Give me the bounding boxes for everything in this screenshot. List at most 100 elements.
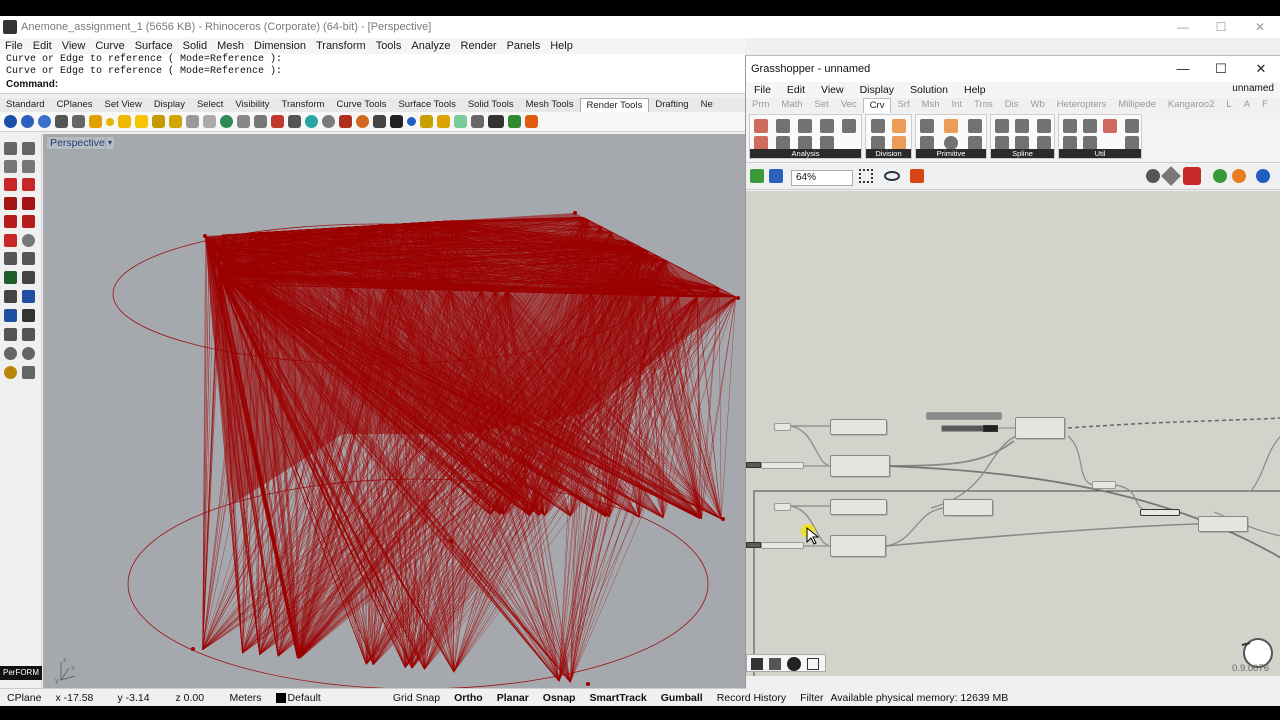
tab-standard[interactable]: Standard	[0, 98, 51, 112]
gh-slider-handle[interactable]	[983, 425, 998, 432]
gh-minimize-button[interactable]: —	[1164, 56, 1202, 82]
gh-slider-handle[interactable]	[746, 462, 761, 468]
open-file-icon[interactable]	[750, 169, 764, 183]
arc-3pt-icon[interactable]	[968, 136, 982, 150]
globe-icon[interactable]	[1256, 169, 1270, 183]
record-icon[interactable]	[525, 115, 538, 128]
gh-tab-crv[interactable]: Crv	[862, 97, 892, 113]
array-icon[interactable]	[4, 309, 17, 322]
gh-component[interactable]	[1198, 516, 1248, 532]
shaded-preview-icon[interactable]	[1183, 167, 1201, 185]
menu-render[interactable]: Render	[456, 40, 502, 52]
gh-tab-e[interactable]: E	[1274, 98, 1280, 112]
eraser-icon[interactable]	[787, 657, 801, 671]
render-preview-icon[interactable]	[21, 115, 34, 128]
rect-light-icon[interactable]	[135, 115, 148, 128]
render-mesh-icon[interactable]	[339, 115, 352, 128]
viewport-label[interactable]: Perspective	[46, 136, 109, 150]
status-units[interactable]: Meters	[222, 689, 268, 707]
gh-menu-file[interactable]: File	[746, 84, 779, 96]
point-light-icon[interactable]	[106, 117, 114, 126]
kinky-curve-icon[interactable]	[1037, 136, 1051, 150]
sketch-tool-icon[interactable]	[751, 658, 763, 670]
curve-frame-icon[interactable]	[820, 119, 834, 133]
gh-close-button[interactable]: ✕	[1242, 56, 1280, 82]
gh-tab-vec[interactable]: Vec	[835, 98, 863, 112]
status-gumball[interactable]: Gumball	[654, 689, 710, 707]
point-on-curve-icon[interactable]	[754, 136, 768, 150]
material-icon[interactable]	[271, 115, 284, 128]
sphere-material-icon[interactable]	[356, 115, 369, 128]
tab-surface-tools[interactable]: Surface Tools	[392, 98, 461, 112]
menu-panels[interactable]: Panels	[502, 40, 546, 52]
status-record-history[interactable]: Record History	[710, 689, 793, 707]
arc-icon[interactable]	[968, 119, 982, 133]
light-icon[interactable]	[89, 115, 102, 128]
rhino-maximize-button[interactable]: ☐	[1201, 16, 1241, 38]
tab-solid-tools[interactable]: Solid Tools	[462, 98, 520, 112]
tab-render-tools[interactable]: Render Tools	[579, 98, 650, 112]
status-smarttrack[interactable]: SmartTrack	[582, 689, 653, 707]
ground-plane-icon[interactable]	[254, 115, 267, 128]
light-tools-icon[interactable]	[186, 115, 199, 128]
directional-light-icon[interactable]	[169, 115, 182, 128]
undo-icon[interactable]	[22, 366, 35, 379]
gh-tab-millipede[interactable]: Millipede	[1112, 98, 1162, 112]
status-osnap[interactable]: Osnap	[536, 689, 583, 707]
status-cplane[interactable]: CPlane	[0, 689, 48, 707]
polyline-spline-icon[interactable]	[1037, 119, 1051, 133]
select-icon[interactable]	[4, 142, 17, 155]
tab-cplanes[interactable]: CPlanes	[51, 98, 99, 112]
spot-light-icon[interactable]	[118, 115, 131, 128]
environment-icon[interactable]	[220, 115, 233, 128]
menu-transform[interactable]: Transform	[311, 40, 371, 52]
status-layer[interactable]: Default	[269, 689, 328, 707]
checker-icon[interactable]	[390, 115, 403, 128]
play-icon[interactable]	[508, 115, 521, 128]
bezier-span-icon[interactable]	[1015, 136, 1029, 150]
render-sphere-icon[interactable]	[4, 115, 17, 128]
gh-menu-view[interactable]: View	[813, 84, 852, 96]
status-grid-snap[interactable]: Grid Snap	[386, 689, 447, 707]
gh-menu-solution[interactable]: Solution	[902, 84, 956, 96]
text-icon[interactable]	[22, 328, 35, 341]
gh-menu-help[interactable]: Help	[956, 84, 994, 96]
gh-maximize-button[interactable]: ☐	[1202, 56, 1240, 82]
project-icon[interactable]	[1125, 136, 1139, 150]
menu-mesh[interactable]: Mesh	[212, 40, 249, 52]
line-icon[interactable]	[920, 119, 934, 133]
rhino-close-button[interactable]: ✕	[1240, 16, 1280, 38]
menu-analyze[interactable]: Analyze	[406, 40, 455, 52]
curve-icon[interactable]	[22, 160, 35, 173]
circle-primitive-icon[interactable]	[944, 119, 958, 133]
gh-number-slider[interactable]	[761, 462, 804, 469]
point-icon[interactable]	[22, 142, 35, 155]
nurbs-curve-icon[interactable]	[1015, 119, 1029, 133]
divide-curve-icon[interactable]	[871, 119, 885, 133]
menu-edit[interactable]: Edit	[28, 40, 57, 52]
snapshot-icon[interactable]	[373, 115, 386, 128]
lights-icon[interactable]	[203, 115, 216, 128]
gear-icon[interactable]	[471, 115, 484, 128]
key-icon[interactable]	[420, 115, 433, 128]
curve-sketch-icon[interactable]	[807, 658, 819, 670]
print-icon[interactable]	[72, 115, 85, 128]
menu-help[interactable]: Help	[545, 40, 578, 52]
tab-display[interactable]: Display	[148, 98, 191, 112]
curve-domain-icon[interactable]	[842, 119, 856, 133]
explode-icon[interactable]	[1083, 119, 1097, 133]
boolean-icon[interactable]	[4, 252, 17, 265]
preview-mode-icon[interactable]	[1146, 169, 1160, 183]
rotate-icon[interactable]	[22, 271, 35, 284]
dimension-icon[interactable]	[4, 328, 17, 341]
preview-eye-icon[interactable]	[884, 171, 900, 181]
move-icon[interactable]	[4, 271, 17, 284]
material-preview-icon[interactable]	[1232, 169, 1246, 183]
gh-menu-edit[interactable]: Edit	[779, 84, 813, 96]
gh-tab-msh[interactable]: Msh	[916, 98, 946, 112]
tab-visibility[interactable]: Visibility	[229, 98, 275, 112]
display-mode-icon[interactable]	[1213, 169, 1227, 183]
menu-surface[interactable]: Surface	[130, 40, 178, 52]
curve-endpoints-icon[interactable]	[776, 136, 790, 150]
gh-tab-heteropters[interactable]: Heteropters	[1051, 98, 1113, 112]
